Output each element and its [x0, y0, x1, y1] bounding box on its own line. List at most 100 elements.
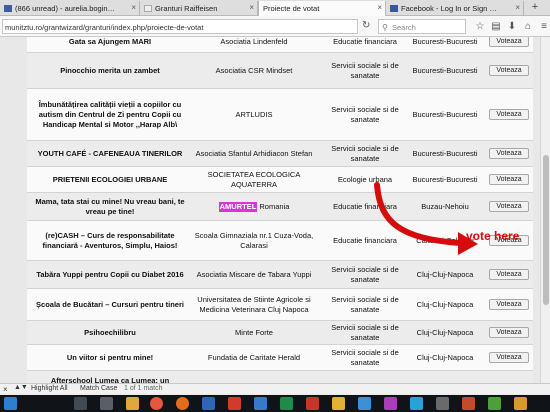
scrollbar[interactable] [540, 37, 550, 383]
taskbar-app-icon[interactable] [150, 397, 163, 410]
table-row: Psihoechilibru Minte Forte Servicii social… [27, 321, 533, 345]
location: Bucuresti-Bucuresti [412, 148, 478, 158]
organization: Asociatia Lindenfeld [220, 37, 288, 46]
taskbar-app-icon[interactable] [358, 397, 371, 410]
annotation-label: vote here [466, 229, 520, 243]
organization: Scoala Gimnaziala nr.1 Cuza-Voda, Calara… [194, 230, 314, 250]
table-row: Școala de Bucătari – Cursuri pentru tine… [27, 289, 533, 321]
facebook-icon [390, 5, 398, 12]
highlight-all-button[interactable]: Highlight All [31, 385, 68, 392]
page-content: Gata sa Ajungem MARI Asociatia Lindenfeld… [0, 37, 550, 383]
location: Cluj-Cluj-Napoca [416, 327, 474, 337]
project-title: Afterschool Lumea ca Lumea: un [50, 375, 170, 384]
vote-button[interactable]: Voteaza [489, 327, 529, 338]
organization: Fundatia de Caritate Herald [207, 352, 301, 362]
vote-button[interactable]: Voteaza [489, 299, 529, 310]
start-icon[interactable] [4, 397, 17, 410]
taskbar-app-icon[interactable] [126, 397, 139, 410]
project-title: Un viitor si pentru mine! [66, 352, 154, 362]
vote-button[interactable]: Voteaza [489, 37, 529, 47]
taskbar-app-icon[interactable] [202, 397, 215, 410]
organization: Asociatia Miscare de Tabara Yuppi [196, 269, 312, 279]
organization: SOCIETATEA ECOLOGICA AQUATERRA [207, 169, 301, 189]
taskbar-app-icon[interactable] [436, 397, 449, 410]
tab-proiecte[interactable]: Proiecte de votat × [258, 1, 386, 16]
project-title: Pinocchio merita un zambet [60, 65, 160, 75]
close-icon[interactable]: × [249, 3, 254, 12]
domain: Servicii sociale si de sanatate [331, 143, 399, 163]
find-nav-icons[interactable]: ▲▼ [14, 384, 28, 391]
match-case-checkbox[interactable]: Match Case [80, 385, 117, 392]
project-title: Mama, tata stai cu mine! Nu vreau bani, … [35, 196, 185, 216]
domain: Servicii sociale si de sanatate [331, 322, 399, 342]
table-row: Pinocchio merita un zambet Asociatia CSR … [27, 53, 533, 89]
tab-strip: (866 unread) - aurelia.bogin… × Granturi… [0, 0, 550, 16]
new-tab-button[interactable]: + [525, 2, 545, 15]
vote-cell: Voteaza [485, 89, 533, 140]
table-row: Îmbunătățirea calității vieții a copiilo… [27, 89, 533, 141]
tab-mail[interactable]: (866 unread) - aurelia.bogin… × [0, 1, 140, 16]
organization: Universitatea de Stiinte Agricole si Med… [197, 294, 311, 314]
project-title: YOUTH CAFÉ - CAFENEAUA TINERILOR [37, 148, 183, 158]
os-taskbar [0, 395, 550, 412]
location: Bucuresti-Bucuresti [412, 65, 478, 75]
find-bar: × ▲▼ Highlight All Match Case 1 of 1 mat… [0, 383, 550, 394]
project-title: Gata sa Ajungem MARI [68, 37, 152, 46]
download-icon[interactable]: ⬇ [506, 20, 518, 33]
vote-button[interactable]: Voteaza [489, 65, 529, 76]
taskbar-app-icon[interactable] [514, 397, 527, 410]
location: Bucuresti-Bucuresti [412, 37, 478, 46]
organization: AMURTEL Romania [191, 193, 317, 220]
taskbar-app-icon[interactable] [332, 397, 345, 410]
annotation-arrow [374, 182, 478, 255]
project-title: PRIETENII ECOLOGIEI URBANE [52, 174, 168, 184]
tab-facebook[interactable]: Facebook - Log In or Sign … × [386, 1, 524, 16]
domain: Servicii sociale si de sanatate [331, 104, 399, 124]
close-icon[interactable]: × [377, 3, 382, 12]
browser-toolbar: munitztu.ro/grantwizard/granturi/index.p… [0, 16, 550, 37]
close-icon[interactable]: × [3, 385, 8, 394]
vote-cell: Voteaza [485, 345, 533, 370]
taskbar-app-icon[interactable] [280, 397, 293, 410]
menu-icon[interactable]: ≡ [538, 20, 550, 33]
organization: Asociatia CSR Mindset [215, 65, 293, 75]
vote-button[interactable]: Voteaza [489, 352, 529, 363]
reload-icon[interactable]: ↻ [362, 20, 374, 33]
search-highlight: AMURTEL [218, 201, 258, 212]
taskbar-app-icon[interactable] [176, 397, 189, 410]
taskbar-app-icon[interactable] [384, 397, 397, 410]
taskbar-app-icon[interactable] [462, 397, 475, 410]
bookmarks-icon[interactable]: ▤ [490, 20, 502, 33]
project-title: Școala de Bucătari – Cursuri pentru tine… [36, 299, 184, 309]
taskbar-app-icon[interactable] [254, 397, 267, 410]
project-title: Îmbunătățirea calității vieții a copiilo… [38, 99, 182, 129]
tab-granturi[interactable]: Granturi Raiffeisen × [140, 1, 258, 16]
vote-button[interactable]: Voteaza [489, 109, 529, 120]
page-icon [144, 5, 152, 12]
bookmark-star-icon[interactable]: ☆ [474, 20, 486, 33]
domain [319, 371, 411, 383]
taskbar-app-icon[interactable] [410, 397, 423, 410]
vote-count [479, 371, 513, 383]
taskbar-app-icon[interactable] [100, 397, 113, 410]
home-icon[interactable]: ⌂ [522, 20, 534, 33]
organization-text: Romania [257, 201, 290, 211]
location: Bucuresti-Bucuresti [412, 109, 478, 119]
table-row: Gata sa Ajungem MARI Asociatia Lindenfeld… [27, 37, 533, 53]
close-icon[interactable]: × [515, 3, 520, 12]
url-bar[interactable]: munitztu.ro/grantwizard/granturi/index.p… [2, 19, 358, 34]
table-row: Afterschool Lumea ca Lumea: un [27, 371, 533, 383]
scrollbar-thumb[interactable] [543, 155, 549, 305]
close-icon[interactable]: × [131, 3, 136, 12]
search-input[interactable]: ⚲ Search [378, 19, 466, 34]
organization [191, 371, 317, 383]
taskbar-app-icon[interactable] [228, 397, 241, 410]
taskbar-app-icon[interactable] [74, 397, 87, 410]
domain: Servicii sociale si de sanatate [331, 347, 399, 367]
vote-button[interactable]: Voteaza [489, 148, 529, 159]
domain: Educatie financiara [333, 37, 397, 46]
taskbar-app-icon[interactable] [488, 397, 501, 410]
taskbar-app-icon[interactable] [306, 397, 319, 410]
project-title: (re)CASH – Curs de responsabilitate fina… [42, 230, 178, 250]
organization: ARTLUDIS [235, 109, 273, 119]
